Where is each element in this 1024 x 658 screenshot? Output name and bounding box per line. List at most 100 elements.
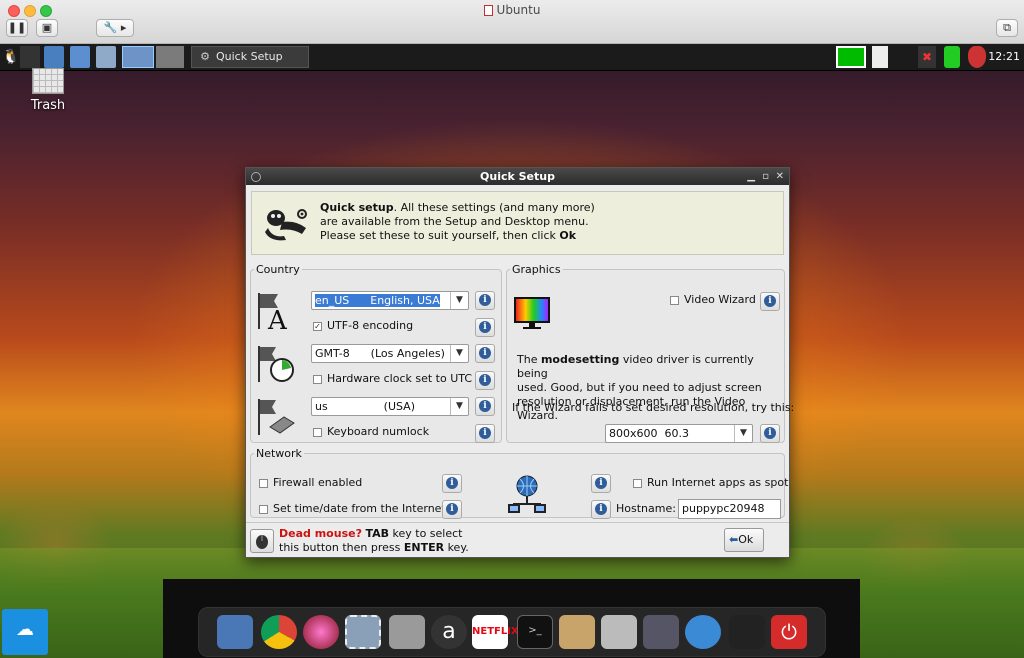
download-drive-icon[interactable] (601, 615, 637, 649)
firewall-checkbox[interactable] (259, 479, 268, 488)
info-icon: i (764, 295, 776, 307)
video-wizard-checkbox[interactable] (670, 296, 679, 305)
country-group: Country A en_US English, USA ▼ i ✓ UTF-8 … (250, 263, 502, 443)
firewall-shield-icon[interactable] (968, 46, 986, 68)
mail-stamp-icon[interactable] (345, 615, 381, 649)
browser-flower-icon[interactable] (303, 615, 339, 649)
resolution-select[interactable]: 800x600 60.3 ▼ (605, 424, 753, 443)
file-manager-icon[interactable] (44, 46, 64, 68)
numlock-info-button[interactable]: i (475, 424, 495, 443)
cloud-upload-button[interactable]: ☁ (2, 609, 48, 655)
monitor-icon (514, 297, 550, 329)
firewall-info-button[interactable]: i (442, 474, 462, 493)
resolution-info-button[interactable]: i (760, 424, 780, 443)
dock: a NETFLIX >_ ⏻ (198, 607, 826, 657)
gear-icon: ⚙ (200, 50, 210, 63)
info-icon: i (479, 321, 491, 333)
dead-mouse-button[interactable] (250, 529, 274, 553)
network-icon[interactable] (70, 46, 90, 68)
locale-select[interactable]: en_US English, USA ▼ (311, 291, 469, 310)
info-icon: i (764, 427, 776, 439)
desktop-1-button[interactable] (122, 46, 154, 68)
timedate-info-button[interactable]: i (442, 500, 462, 519)
ok-button[interactable]: ⬅Ok (724, 528, 764, 552)
power-icon[interactable]: ⏻ (771, 615, 807, 649)
intro-banner: Quick setup. All these settings (and man… (251, 191, 784, 255)
settings-gear-icon[interactable] (685, 615, 721, 649)
top-panel: 🐧 ⚙ Quick Setup ✖ 12:21 (0, 44, 1024, 71)
trash-label: Trash (30, 98, 66, 113)
device-button[interactable]: ▣ (36, 19, 58, 37)
drive-icon[interactable] (944, 46, 960, 68)
terminal-icon[interactable]: >_ (517, 615, 553, 649)
clipboard-icon[interactable] (872, 46, 888, 68)
maximize-icon[interactable]: ▫ (762, 168, 769, 185)
settings-button[interactable]: 🔧 ▸ (96, 19, 134, 37)
graphics-group: Graphics Video Wizard i The modesetting … (506, 263, 794, 443)
network-legend: Network (256, 447, 302, 460)
timedate-checkbox[interactable] (259, 505, 268, 514)
flag-timezone-icon (258, 346, 294, 382)
fullscreen-button[interactable]: ⧉ (996, 19, 1018, 37)
hostname-label: Hostname: (616, 502, 676, 515)
package-box-icon[interactable] (559, 615, 595, 649)
tuxedo-icon[interactable] (729, 615, 765, 649)
dialog-title: Quick Setup (480, 170, 555, 183)
locale-info-button[interactable]: i (475, 291, 495, 310)
video-wizard-label: Video Wizard (684, 293, 756, 306)
hostname-info-button[interactable]: i (591, 500, 611, 519)
task-quick-setup[interactable]: ⚙ Quick Setup (191, 46, 309, 68)
chevron-down-icon: ▼ (450, 345, 468, 362)
numlock-checkbox[interactable] (313, 428, 322, 437)
utf8-info-button[interactable]: i (475, 318, 495, 337)
pause-button[interactable]: ❚❚ (6, 19, 28, 37)
firewall-label: Firewall enabled (273, 476, 363, 489)
windows-icon: ⧉ (1003, 21, 1011, 34)
keyboard-select[interactable]: us (USA) ▼ (311, 397, 469, 416)
pause-icon: ❚❚ (7, 21, 27, 34)
video-wizard-info-button[interactable]: i (760, 292, 780, 311)
printer-icon[interactable] (643, 615, 679, 649)
puppy-menu-icon[interactable]: 🐧 (2, 46, 19, 68)
netflix-icon[interactable]: NETFLIX (472, 615, 519, 649)
svg-text:A: A (267, 306, 288, 331)
flag-language-icon: A (258, 293, 288, 331)
numlock-label: Keyboard numlock (327, 425, 430, 438)
desktop: 🐧 ⚙ Quick Setup ✖ 12:21 Trash Quick Setup… (0, 44, 1024, 658)
info-icon: i (595, 503, 607, 515)
timezone-info-button[interactable]: i (475, 344, 495, 363)
timezone-select[interactable]: GMT-8 (Los Angeles) ▼ (311, 344, 469, 363)
info-icon: i (479, 294, 491, 306)
spot-info-button[interactable]: i (591, 474, 611, 493)
amazon-icon[interactable]: a (431, 615, 467, 649)
hostname-input[interactable]: puppypc20948 (678, 499, 781, 519)
info-icon: i (479, 400, 491, 412)
chrome-icon[interactable] (261, 615, 297, 649)
close-icon[interactable]: ✕ (776, 168, 784, 185)
home-folder-icon[interactable] (217, 615, 253, 649)
dead-mouse-text: Dead mouse? TAB key to select this butto… (279, 527, 469, 554)
network-disconnected-icon[interactable]: ✖ (918, 46, 936, 68)
document-icon[interactable] (389, 615, 425, 649)
windows-icon[interactable] (96, 46, 116, 68)
chevron-down-icon: ▼ (734, 425, 752, 442)
host-titlebar: Ubuntu ❚❚ ▣ 🔧 ▸ ⧉ (0, 0, 1024, 44)
wrench-icon: 🔧 ▸ (103, 21, 127, 34)
intro-line2: are available from the Setup and Desktop… (320, 215, 589, 228)
trash-icon (32, 68, 64, 94)
window-menu-icon[interactable] (251, 172, 261, 182)
host-window-title: Ubuntu (496, 3, 541, 17)
info-icon: i (479, 374, 491, 386)
utf8-checkbox[interactable]: ✓ (313, 322, 322, 331)
trash-desktop-icon[interactable]: Trash (22, 68, 74, 113)
hwclock-info-button[interactable]: i (475, 371, 495, 390)
keyboard-info-button[interactable]: i (475, 397, 495, 416)
intro-ok: Ok (559, 229, 577, 242)
spot-label: Run Internet apps as spot (647, 476, 789, 489)
desktop-2-button[interactable] (156, 46, 184, 68)
launcher-icon[interactable] (20, 46, 40, 68)
hwclock-checkbox[interactable] (313, 375, 322, 384)
spot-checkbox[interactable] (633, 479, 642, 488)
flag-keyboard-icon (258, 399, 295, 435)
minimize-icon[interactable]: ▁ (747, 168, 755, 185)
